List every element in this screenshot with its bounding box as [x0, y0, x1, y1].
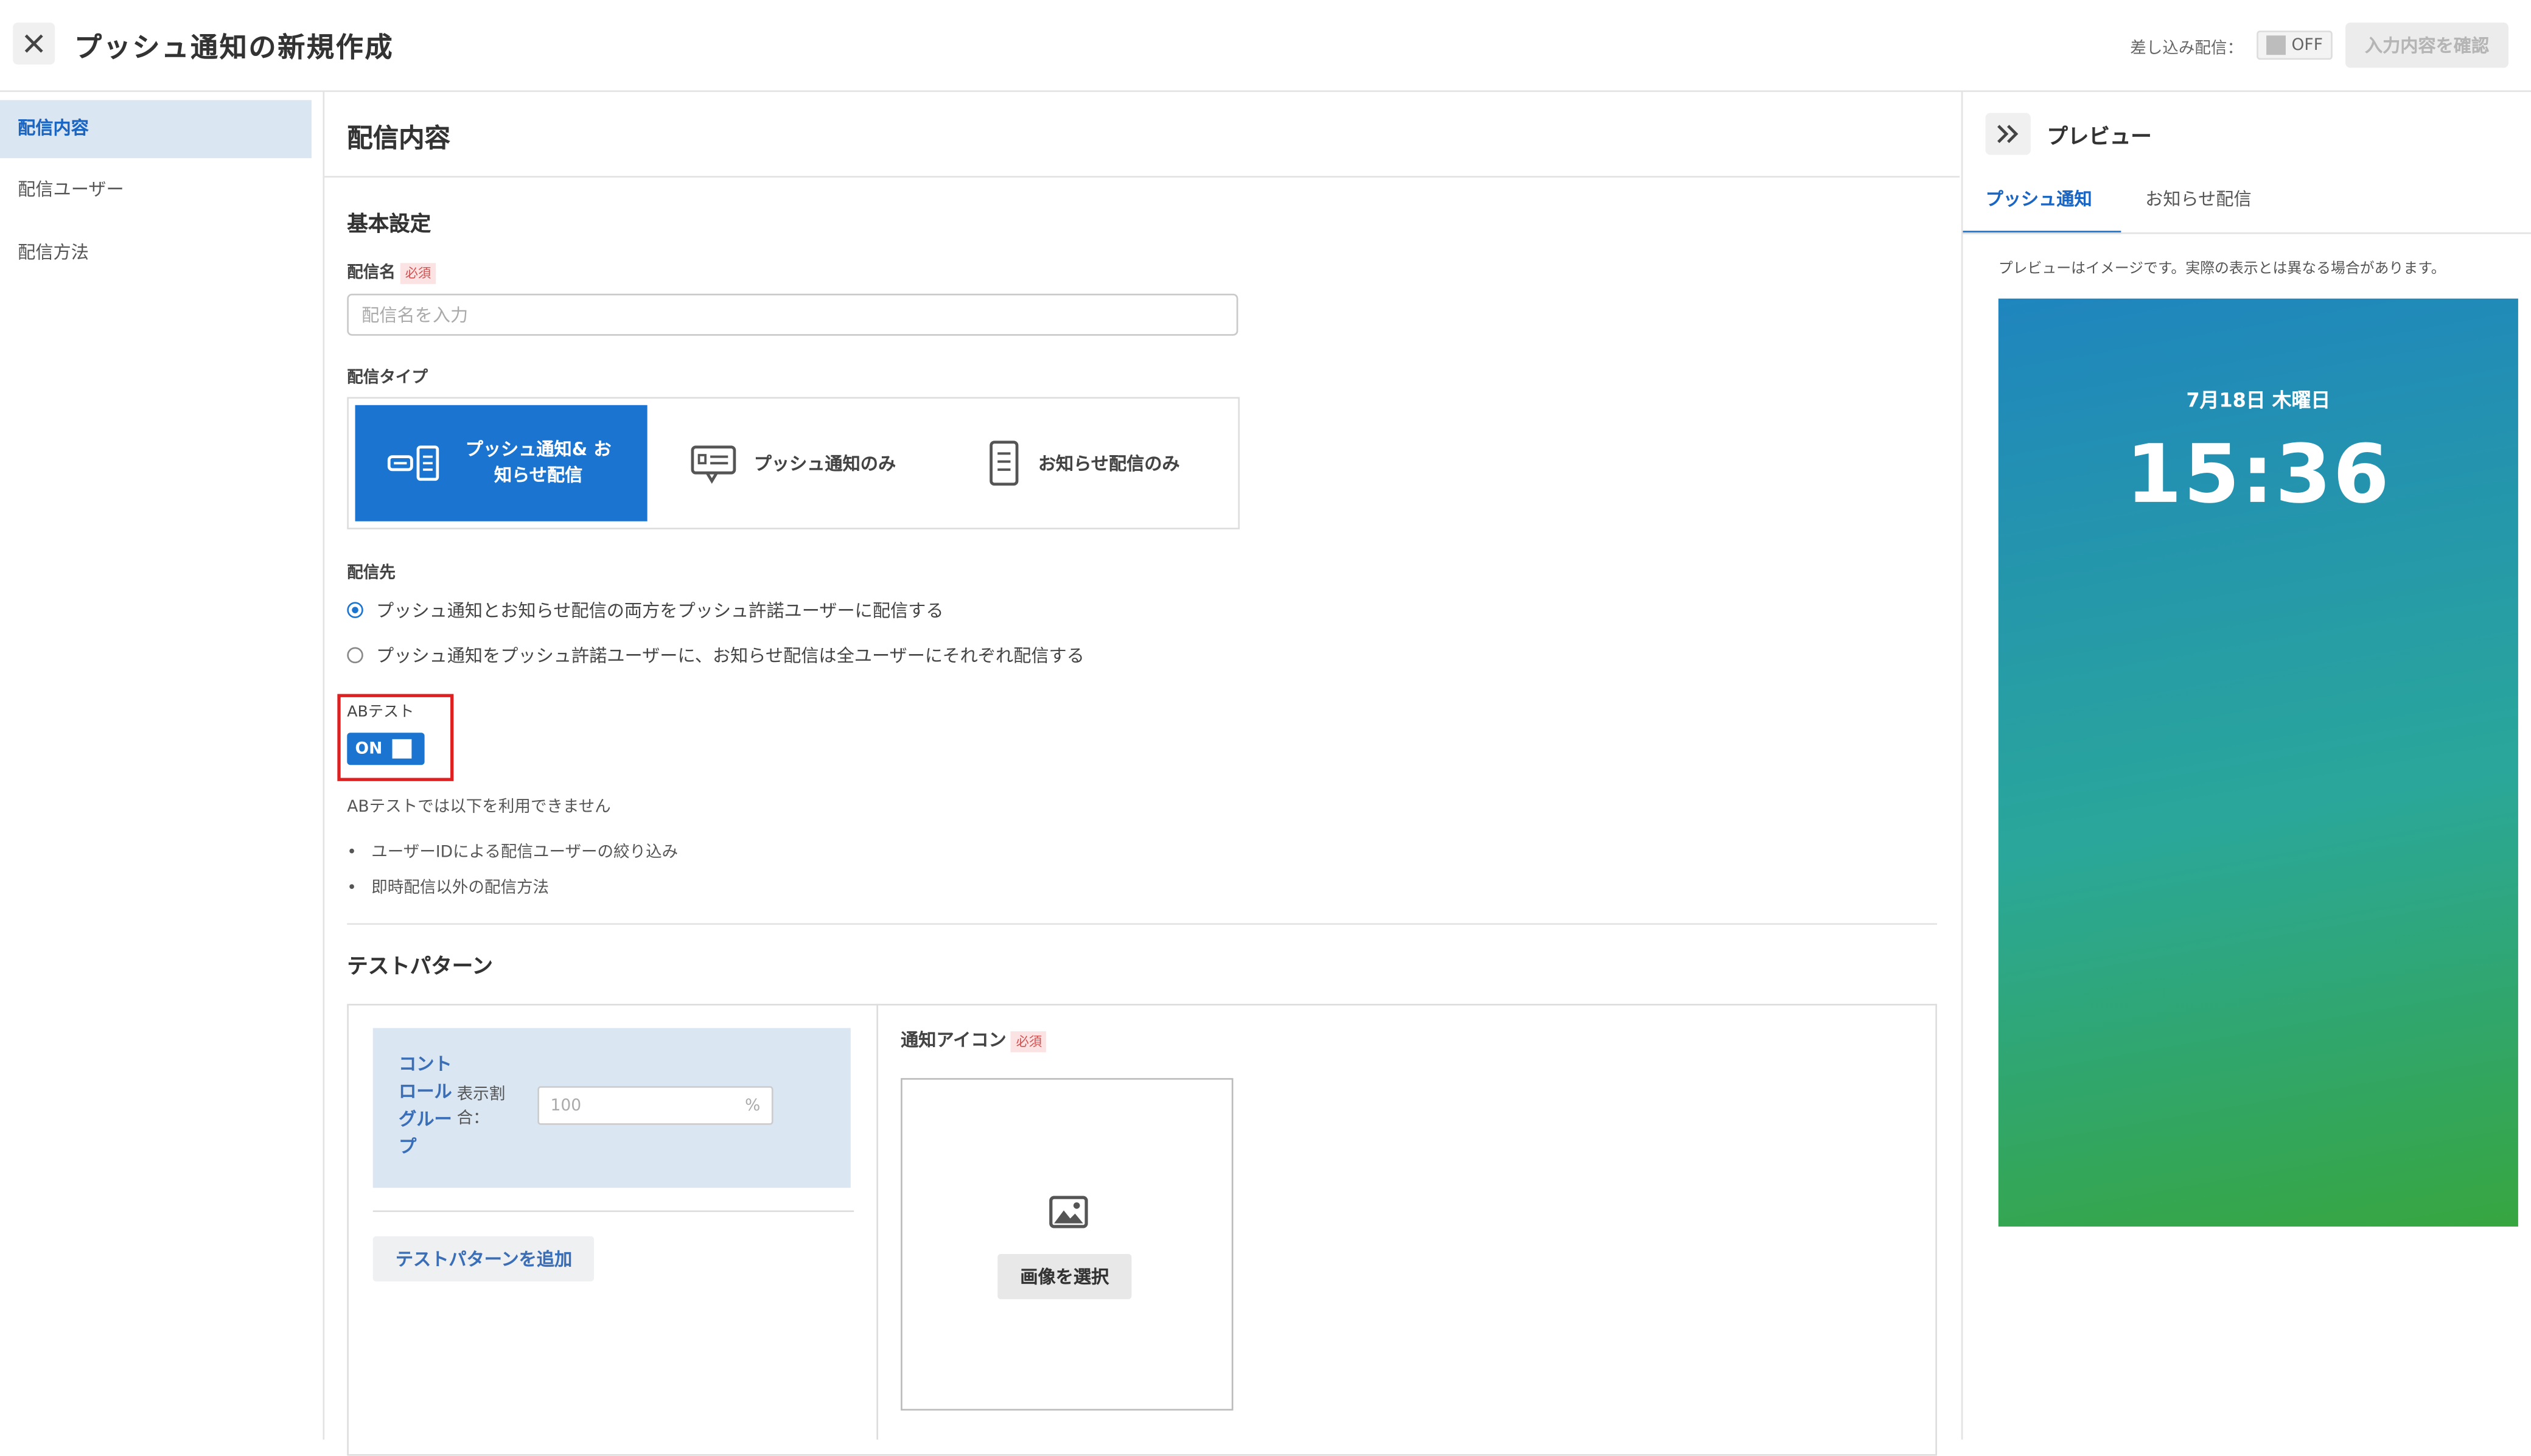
radio-selected[interactable] [347, 602, 363, 618]
news-icon [990, 441, 1019, 486]
destination-label: 配信先 [347, 565, 396, 583]
preview-title: プレビュー [2047, 125, 2152, 150]
type-selector: プッシュ通知& お知らせ配信 プッシュ通知のみ お知らせ配信のみ [347, 397, 1240, 530]
required-badge: 必須 [400, 263, 436, 284]
control-group-label: コントロールグループ [399, 1054, 452, 1157]
pattern-column-divider [876, 1003, 878, 1440]
destination-option-label: プッシュ通知をプッシュ許諾ユーザーに、お知らせ配信は全ユーザーにそれぞれ配信する [376, 646, 1084, 667]
type-option-push-only[interactable]: プッシュ通知のみ [671, 405, 913, 521]
inject-toggle-label: OFF [2291, 36, 2323, 54]
required-badge: 必須 [1011, 1031, 1047, 1053]
preview-panel: プレビュー プッシュ通知 お知らせ配信 プレビューはイメージです。実際の表示とは… [1961, 90, 2531, 1440]
close-button[interactable] [13, 23, 55, 65]
icon-field-label: 通知アイコン 必須 [901, 1026, 1047, 1053]
phone-preview: 7月18日 木曜日 15:36 [1998, 298, 2518, 1227]
ab-toggle-label: ON [355, 740, 383, 758]
ratio-input[interactable]: 100 % [537, 1086, 773, 1125]
basic-settings-title: 基本設定 [347, 213, 431, 237]
preview-note: プレビューはイメージです。実際の表示とは異なる場合があります。 [1998, 261, 2446, 278]
ab-test-note: ABテストでは以下を利用できません [347, 798, 611, 817]
header-bar: プッシュ通知の新規作成 差し込み配信： OFF 入力内容を確認 [0, 0, 2531, 92]
section-divider [324, 176, 1960, 178]
sidebar-item-users[interactable]: 配信ユーザー [0, 161, 312, 219]
destination-option-label: プッシュ通知とお知らせ配信の両方をプッシュ許諾ユーザーに配信する [376, 600, 944, 622]
name-input[interactable] [347, 293, 1238, 336]
type-option-news-only[interactable]: お知らせ配信のみ [970, 405, 1196, 521]
ab-test-label: ABテスト [347, 703, 414, 722]
ab-bullet-text: ユーザーIDによる配信ユーザーの絞り込み [371, 844, 679, 862]
page-title: プッシュ通知の新規作成 [74, 32, 394, 65]
type-option-label: お知らせ配信のみ [1038, 453, 1180, 475]
inject-toggle[interactable]: OFF [2256, 30, 2333, 60]
sidebar-item-method[interactable]: 配信方法 [0, 225, 312, 282]
push-and-news-icon [386, 445, 438, 481]
select-image-button[interactable]: 画像を選択 [997, 1253, 1132, 1300]
control-group-card: コントロールグループ 表示割合： 100 % [372, 1028, 851, 1188]
add-test-pattern-button[interactable]: テストパターンを追加 [372, 1236, 595, 1282]
sidebar: 配信内容 配信ユーザー 配信方法 [0, 90, 325, 1440]
name-field-label: 配信名 必須 [347, 258, 436, 284]
image-drop-area[interactable]: 画像を選択 [901, 1078, 1234, 1411]
image-icon [1049, 1196, 1088, 1228]
tab-divider [1963, 232, 2531, 234]
tab-news[interactable]: お知らせ配信 [2145, 186, 2251, 225]
section-title: 配信内容 [347, 122, 451, 153]
lock-screen-date: 7月18日 木曜日 [2186, 389, 2331, 412]
test-pattern-title: テストパターン [347, 955, 493, 980]
toggle-knob [392, 739, 412, 759]
close-icon [24, 34, 43, 53]
ab-bullet-text: 即時配信以外の配信方法 [371, 879, 550, 897]
type-option-label: プッシュ通知のみ [753, 453, 896, 475]
type-option-push-and-news[interactable]: プッシュ通知& お知らせ配信 [355, 405, 648, 521]
ratio-unit: % [745, 1096, 761, 1115]
confirm-button[interactable]: 入力内容を確認 [2345, 23, 2508, 68]
icon-label-text: 通知アイコン [901, 1029, 1007, 1051]
name-label-text: 配信名 [347, 265, 396, 283]
type-option-label: プッシュ通知& お知らせ配信 [465, 439, 612, 486]
tab-push-notification[interactable]: プッシュ通知 [1986, 186, 2092, 225]
ratio-value: 100 [550, 1096, 582, 1115]
inject-label: 差し込み配信： [2130, 39, 2243, 58]
double-chevron-right-icon [1997, 125, 2019, 144]
collapse-preview-button[interactable] [1985, 113, 2031, 155]
ratio-label: 表示割合： [456, 1086, 506, 1129]
divider [347, 923, 1937, 925]
push-notification-icon [691, 445, 736, 484]
main-panel: 配信内容 基本設定 配信名必須 配信タイプ プッシュ通知& お知らせ配信 [324, 91, 1960, 1456]
radio-unselected[interactable] [347, 647, 363, 664]
destination-option-2[interactable]: プッシュ通知をプッシュ許諾ユーザーに、お知らせ配信は全ユーザーにそれぞれ配信する [347, 643, 1084, 668]
toggle-knob [2266, 35, 2285, 55]
ab-test-toggle[interactable]: ON [347, 733, 425, 765]
header-actions: 差し込み配信： OFF 入力内容を確認 [2130, 23, 2508, 68]
destination-option-1[interactable]: プッシュ通知とお知らせ配信の両方をプッシュ許諾ユーザーに配信する [347, 597, 944, 622]
lock-screen-time: 15:36 [2126, 427, 2391, 521]
ab-bullet-2: • 即時配信以外の配信方法 [347, 879, 550, 897]
card-divider [372, 1210, 854, 1213]
ab-bullet-1: • ユーザーIDによる配信ユーザーの絞り込み [347, 844, 679, 862]
sidebar-item-content[interactable]: 配信内容 [0, 100, 312, 158]
type-label: 配信タイプ [347, 369, 428, 388]
